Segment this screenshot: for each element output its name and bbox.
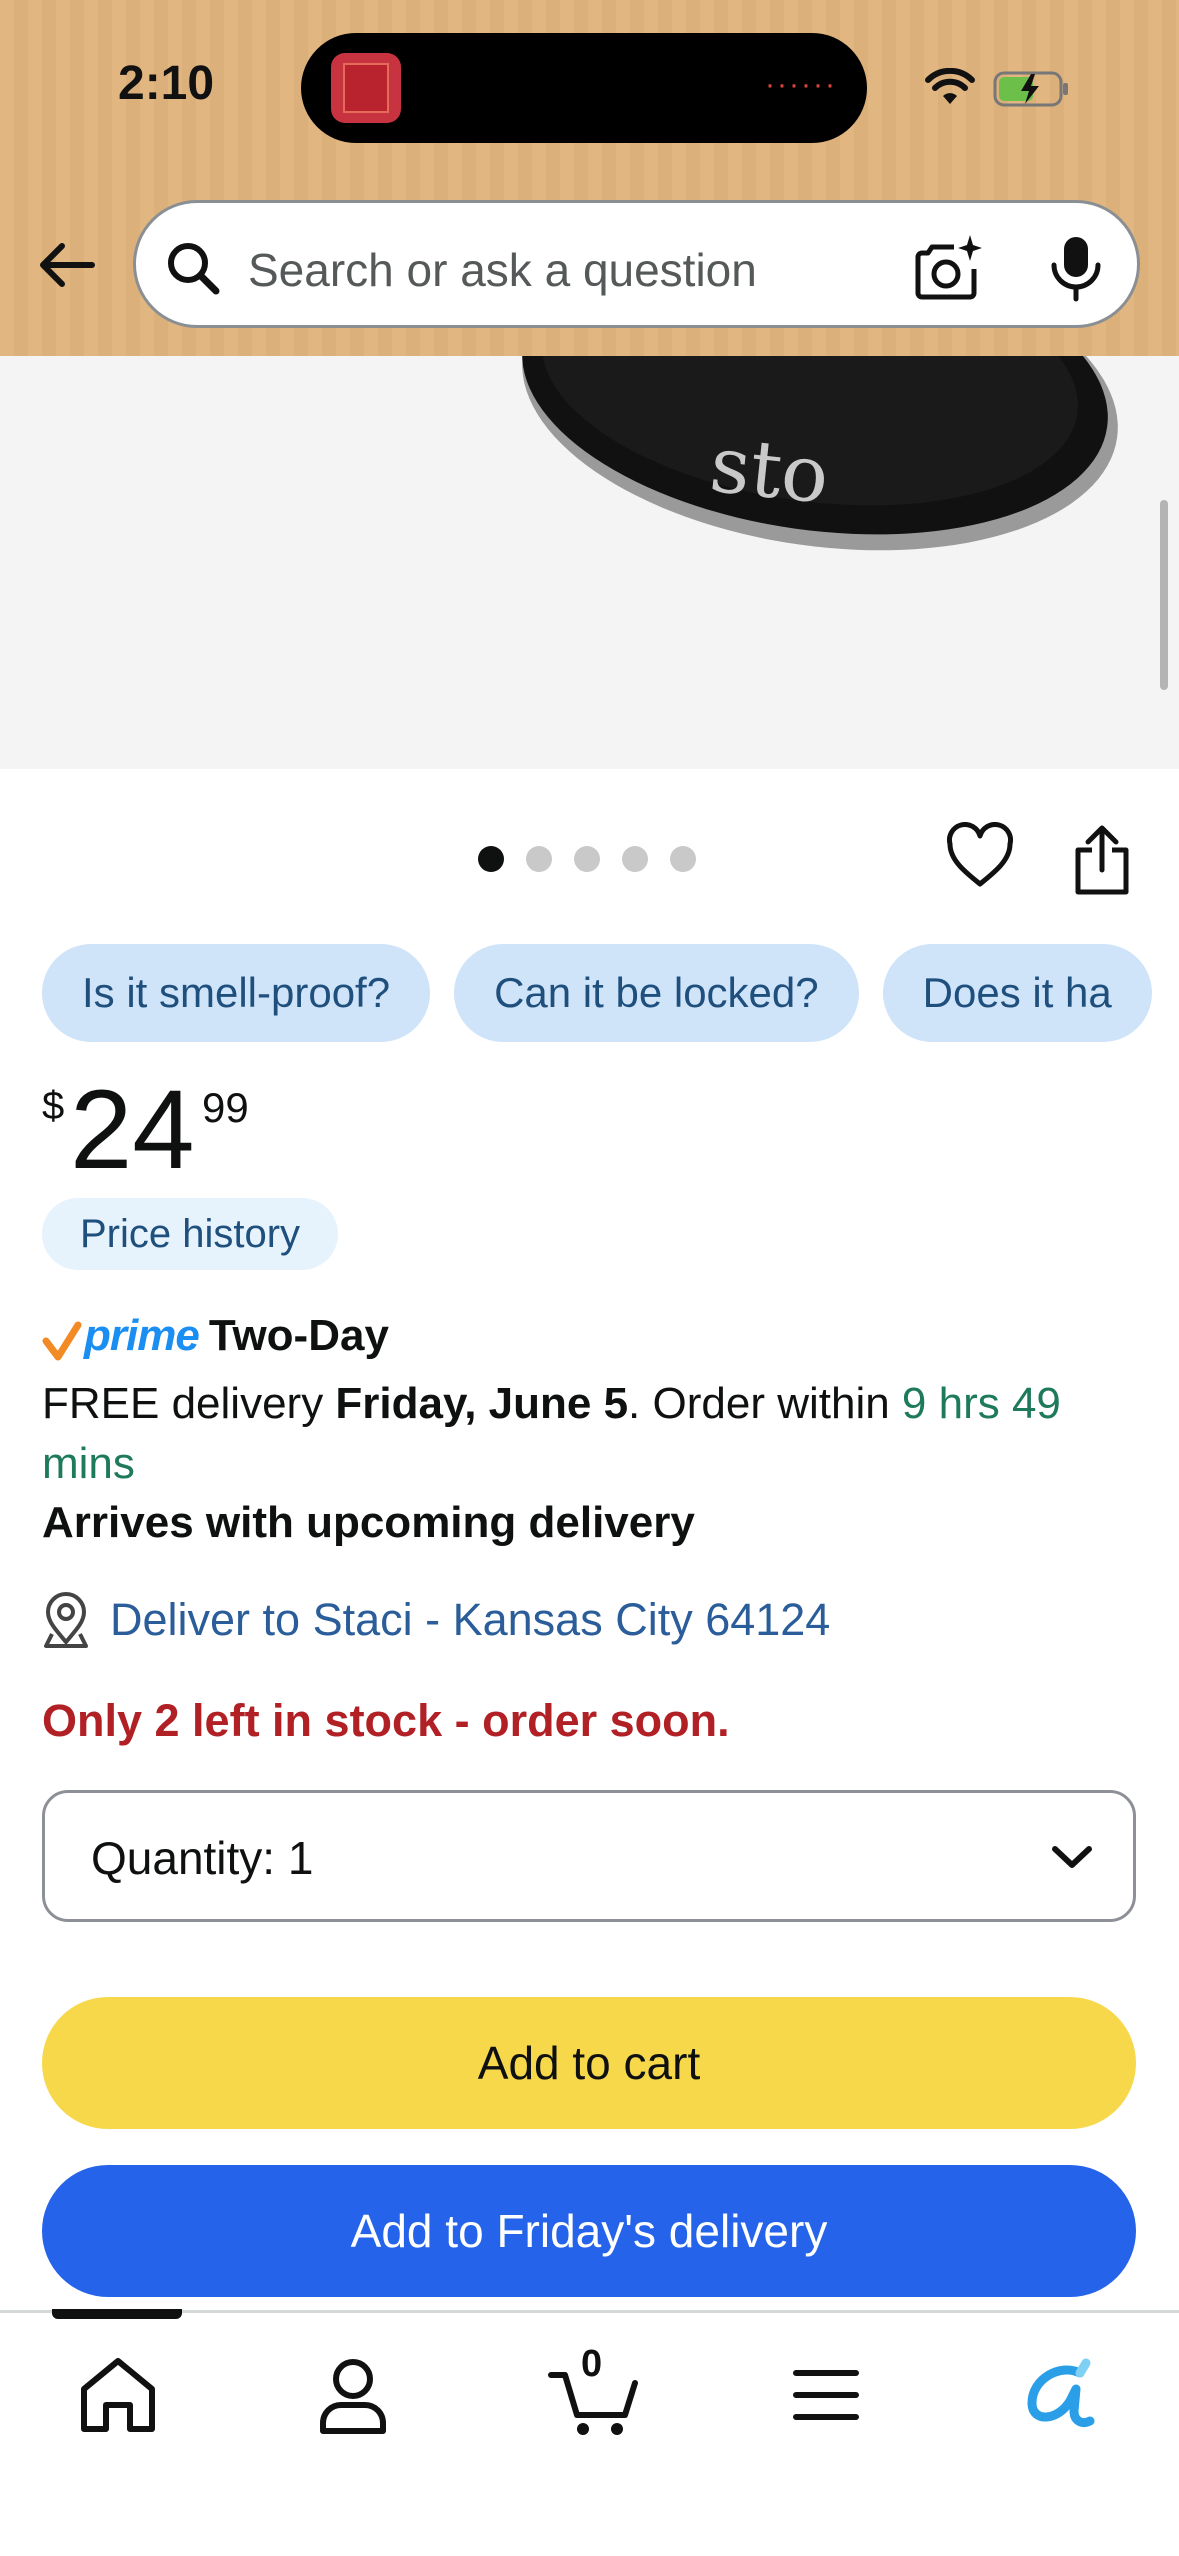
price-fraction: 99 bbox=[202, 1084, 249, 1131]
add-to-delivery-button[interactable]: Add to Friday's delivery bbox=[42, 2165, 1136, 2297]
location-pin-icon bbox=[44, 1592, 88, 1648]
price-currency-symbol: $ bbox=[42, 1084, 65, 1128]
order-within-label: . Order within bbox=[628, 1379, 902, 1428]
camera-search-icon[interactable] bbox=[914, 233, 984, 303]
add-to-cart-button[interactable]: Add to cart bbox=[42, 1997, 1136, 2129]
chevron-down-icon bbox=[1052, 1846, 1092, 1868]
stock-warning: Only 2 left in stock - order soon. bbox=[42, 1695, 730, 1746]
product-brand-text: sto bbox=[706, 420, 833, 522]
question-chip[interactable]: Is it smell-proof? bbox=[42, 944, 431, 1042]
back-arrow-icon[interactable] bbox=[32, 230, 102, 300]
deliver-to-link[interactable]: Deliver to Staci - Kansas City 64124 bbox=[42, 1592, 830, 1648]
status-time: 2:10 bbox=[118, 57, 215, 110]
quantity-label: Quantity: 1 bbox=[91, 1831, 313, 1885]
search-input[interactable]: Search or ask a question bbox=[248, 243, 757, 297]
delivery-estimate: FREE delivery Friday, June 5. Order with… bbox=[42, 1374, 1102, 1494]
delivery-date: Friday, June 5 bbox=[335, 1379, 629, 1428]
search-icon bbox=[168, 243, 220, 295]
pagination-dot[interactable] bbox=[526, 846, 552, 872]
quantity-selector[interactable]: Quantity: 1 bbox=[42, 1790, 1136, 1922]
prime-delivery-type: Two-Day bbox=[208, 1311, 389, 1360]
dynamic-island[interactable]: ······ bbox=[301, 33, 867, 143]
audio-waveform-icon: ······ bbox=[765, 68, 837, 101]
cart-nav-item[interactable]: 0 bbox=[545, 2343, 645, 2445]
heart-icon[interactable] bbox=[945, 822, 1015, 892]
prime-check-icon bbox=[42, 1321, 82, 1361]
pagination-dot-active[interactable] bbox=[478, 846, 504, 872]
battery-charging-icon bbox=[993, 71, 1068, 107]
quantity-value: 1 bbox=[287, 1832, 314, 1884]
app-header: 2:10 ······ Search or ask a question bbox=[0, 0, 1179, 356]
wifi-icon bbox=[925, 68, 975, 104]
search-bar[interactable]: Search or ask a question bbox=[133, 200, 1140, 328]
active-tab-indicator bbox=[52, 2309, 182, 2319]
bottom-navigation: 0 bbox=[0, 2309, 1179, 2556]
price-whole: 24 bbox=[70, 1067, 195, 1192]
rufus-assistant-icon[interactable] bbox=[1010, 2345, 1110, 2445]
prime-badge: prime Two-Day bbox=[42, 1306, 389, 1366]
pagination-dot[interactable] bbox=[622, 846, 648, 872]
cart-count-badge: 0 bbox=[581, 2343, 603, 2385]
pagination-dot[interactable] bbox=[670, 846, 696, 872]
question-chip[interactable]: Does it ha bbox=[882, 944, 1152, 1042]
product-image-carousel[interactable]: sto bbox=[0, 356, 1179, 769]
product-image: sto bbox=[522, 356, 1118, 551]
now-playing-artwork bbox=[331, 53, 401, 123]
menu-icon[interactable] bbox=[776, 2345, 876, 2445]
question-chip[interactable]: Can it be locked? bbox=[454, 944, 859, 1042]
free-delivery-label: FREE delivery bbox=[42, 1379, 336, 1428]
arrives-with-delivery: Arrives with upcoming delivery bbox=[42, 1498, 695, 1547]
image-pagination-dots[interactable] bbox=[478, 846, 696, 872]
prime-logo-text: prime bbox=[84, 1311, 200, 1360]
deliver-to-text[interactable]: Deliver to Staci - Kansas City 64124 bbox=[110, 1594, 830, 1646]
scroll-indicator[interactable] bbox=[1160, 500, 1168, 690]
microphone-icon[interactable] bbox=[1048, 233, 1104, 303]
price-history-button[interactable]: Price history bbox=[42, 1198, 339, 1270]
home-icon[interactable] bbox=[68, 2345, 168, 2445]
account-icon[interactable] bbox=[303, 2345, 403, 2445]
share-icon[interactable] bbox=[1070, 822, 1134, 896]
pagination-dot[interactable] bbox=[574, 846, 600, 872]
question-chips: Is it smell-proof? Can it be locked? Doe… bbox=[42, 944, 1152, 1042]
quantity-label-text: Quantity: bbox=[91, 1832, 276, 1884]
